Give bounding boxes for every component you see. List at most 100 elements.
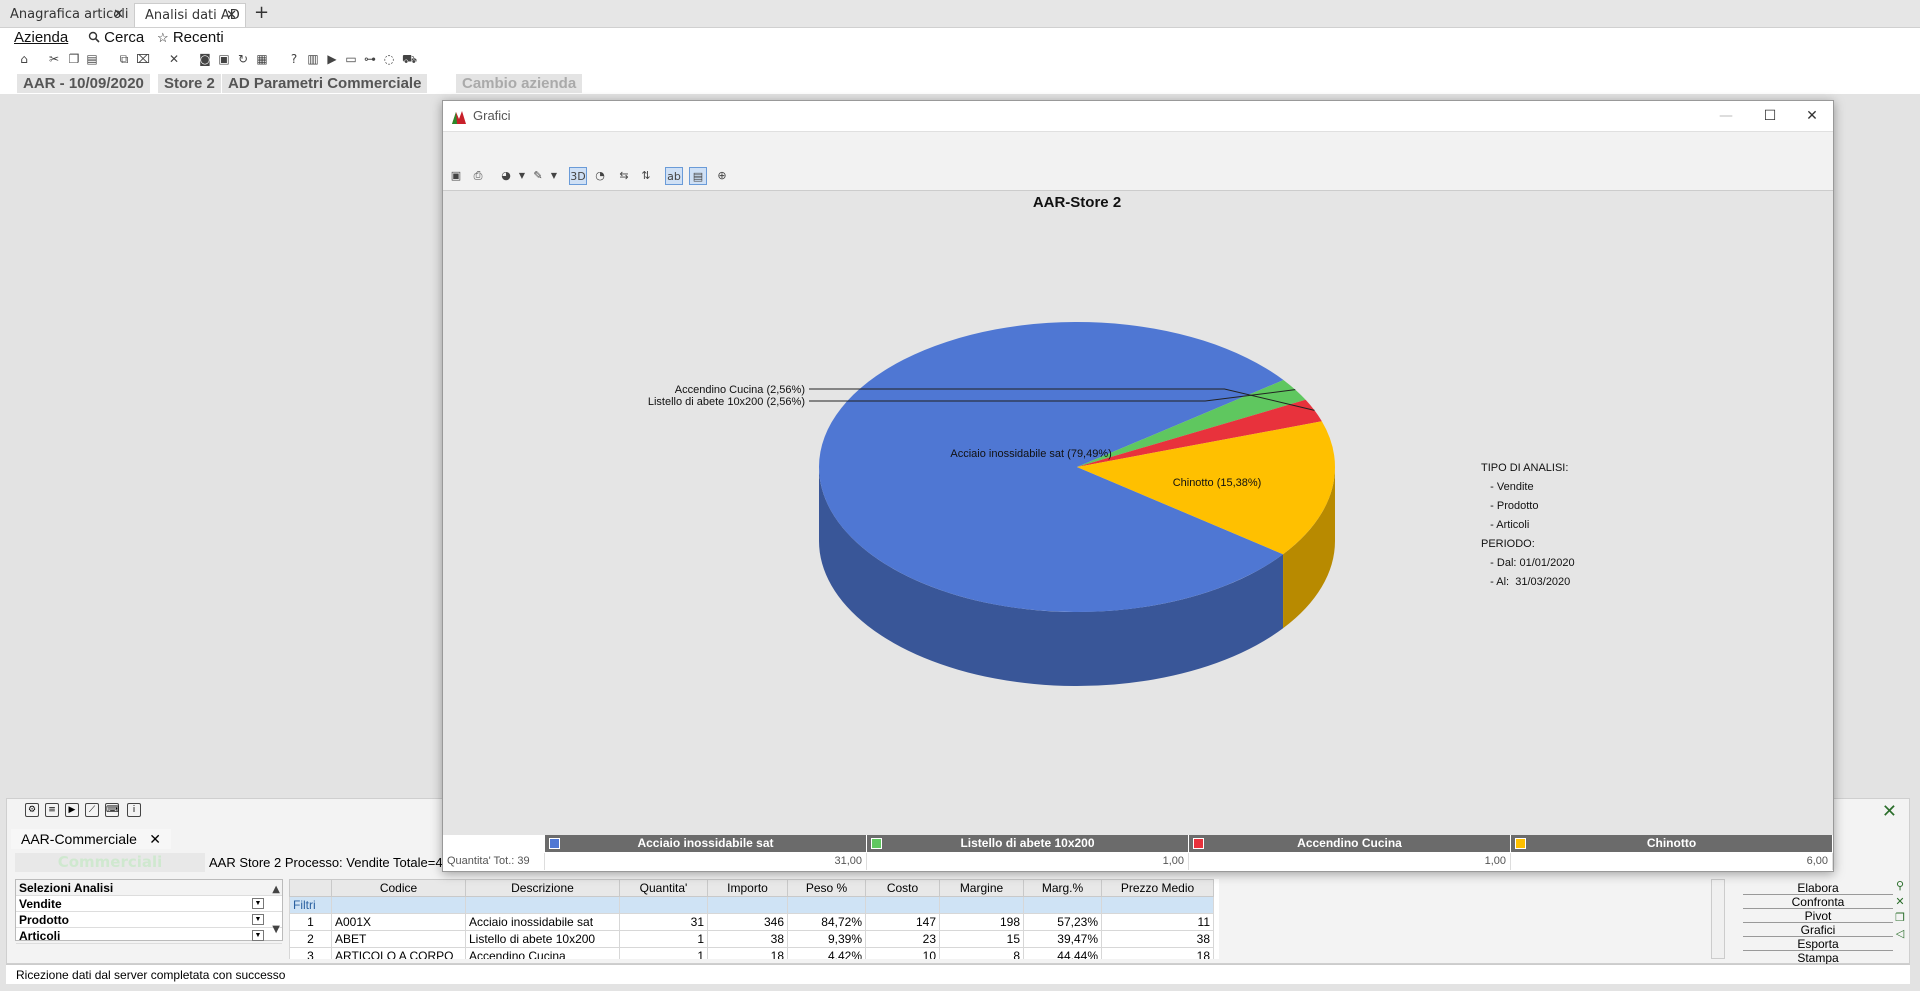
filter-row[interactable]: Filtri <box>289 896 1214 914</box>
confronta-button[interactable]: Confronta <box>1743 895 1893 909</box>
cell-peso: 9,39% <box>787 930 866 948</box>
save-icon[interactable]: ▣ <box>447 167 465 185</box>
add-tab-icon[interactable]: + <box>254 2 269 23</box>
col-importo[interactable]: Importo <box>707 879 788 897</box>
grid-scrollbar[interactable] <box>1711 879 1725 959</box>
legend-value: 1,00 <box>867 853 1189 870</box>
pen-dropdown-icon[interactable]: ▼ <box>545 167 563 185</box>
info-icon[interactable]: i <box>127 803 141 817</box>
menu-recenti[interactable]: ☆ Recenti <box>157 28 224 48</box>
dropdown-icon[interactable]: ▼ <box>252 914 264 925</box>
legend-label: Acciaio inossidabile sat <box>637 836 774 850</box>
change-company-button[interactable]: Cambio azienda <box>456 74 583 93</box>
dropdown-icon[interactable]: ▼ <box>252 898 264 909</box>
col-costo[interactable]: Costo <box>865 879 940 897</box>
col-peso[interactable]: Peso % <box>787 879 866 897</box>
document-icon[interactable]: ▣ <box>217 52 231 66</box>
window-close-icon[interactable]: ✕ <box>1799 105 1825 127</box>
cut-icon[interactable]: ✂ <box>47 52 61 66</box>
params-label: AD Parametri Commerciale <box>222 74 428 93</box>
tab-aar-commerciale[interactable]: AAR-Commerciale ✕ <box>11 829 171 849</box>
flip-vertical-icon[interactable]: ⇅ <box>637 167 655 185</box>
cell-descrizione: Listello di abete 10x200 <box>465 930 620 948</box>
zoom-icon[interactable]: ⊕ <box>713 167 731 185</box>
table-row[interactable]: 3 ARTICOLO A CORPO Accendino Cucina 1 18… <box>289 947 1214 959</box>
dropdown-icon[interactable]: ▼ <box>252 930 264 941</box>
chart-icon[interactable]: ⟋ <box>85 803 99 817</box>
cart-icon[interactable]: ⛟ <box>402 52 417 66</box>
legend-swatch <box>1193 838 1204 849</box>
esporta-button[interactable]: Esporta <box>1743 937 1893 951</box>
print-icon[interactable]: ⎙ <box>469 167 487 185</box>
selection-prodotto[interactable]: Prodotto ▼ <box>16 912 282 928</box>
tools-icon[interactable]: ✕ <box>167 52 181 66</box>
legend-icon[interactable]: ▤ <box>689 167 707 185</box>
play-icon[interactable]: ▶ <box>65 803 79 817</box>
menu-azienda[interactable]: Azienda <box>14 28 68 48</box>
menu-cerca-label: Cerca <box>104 29 145 46</box>
link-icon[interactable]: ⧉ <box>117 52 131 66</box>
scroll-up-icon[interactable]: ▲ <box>272 884 280 895</box>
share-icon[interactable]: ⊶ <box>363 52 377 66</box>
stampa-button[interactable]: Stampa <box>1743 951 1893 965</box>
minimize-icon[interactable]: — <box>1713 105 1739 127</box>
labels-icon[interactable]: ab <box>665 167 683 185</box>
cell-quantita: 1 <box>619 947 708 959</box>
legend-value: 1,00 <box>1189 853 1511 870</box>
company-date-label: AAR - 10/09/2020 <box>17 74 150 93</box>
calculator-icon[interactable]: ▦ <box>255 52 269 66</box>
legend-total-label: Quantita' Tot.: 39 <box>443 853 545 870</box>
cell-importo: 38 <box>707 930 788 948</box>
camera-icon[interactable]: ◙ <box>198 52 212 66</box>
notes-icon[interactable]: ≡ <box>45 803 59 817</box>
keyboard-icon[interactable]: ⌨ <box>105 803 119 817</box>
tab-anagrafica-articoli[interactable]: Anagrafica articoli ✕ <box>0 3 132 27</box>
rotate-icon[interactable]: ◔ <box>591 167 609 185</box>
analysis-info-line: - Dal: 01/01/2020 <box>1481 557 1575 569</box>
col-descrizione[interactable]: Descrizione <box>465 879 620 897</box>
home-icon[interactable]: ⌂ <box>17 52 31 66</box>
elabora-button[interactable]: Elabora <box>1743 881 1893 895</box>
tab-analisi-dati-ad[interactable]: Analisi dati AD ✕ <box>134 3 246 27</box>
legend-swatch <box>871 838 882 849</box>
back-icon[interactable]: ◁ <box>1893 927 1907 943</box>
pie-slice-label: Chinotto (15,38%) <box>1173 477 1262 489</box>
panel-close-icon[interactable]: ✕ <box>1882 801 1897 822</box>
selection-label: Articoli <box>19 929 61 943</box>
selection-articoli[interactable]: Articoli ▼ <box>16 928 282 944</box>
network-icon[interactable]: ⌧ <box>136 52 150 66</box>
menu-cerca[interactable]: Cerca <box>88 28 144 48</box>
cell-importo: 346 <box>707 913 788 931</box>
col-margine-perc[interactable]: Marg.% <box>1023 879 1102 897</box>
video-icon[interactable]: ▶ <box>325 52 339 66</box>
paste-icon[interactable]: ▤ <box>85 52 99 66</box>
screen-icon[interactable]: ▭ <box>344 52 358 66</box>
pivot-button[interactable]: Pivot <box>1743 909 1893 923</box>
col-prezzo-medio[interactable]: Prezzo Medio <box>1101 879 1214 897</box>
grafici-button[interactable]: Grafici <box>1743 923 1893 937</box>
copy-icon[interactable]: ❐ <box>67 52 81 66</box>
refresh-icon[interactable]: ↻ <box>236 52 250 66</box>
tab-close-icon[interactable]: ✕ <box>226 4 237 28</box>
col-margine[interactable]: Margine <box>939 879 1024 897</box>
copy-icon[interactable]: ❐ <box>1893 911 1907 927</box>
col-quantita[interactable]: Quantita' <box>619 879 708 897</box>
selection-vendite[interactable]: Vendite ▼ <box>16 896 282 912</box>
table-row[interactable]: 1 A001X Acciaio inossidabile sat 31 346 … <box>289 913 1214 931</box>
settings-icon[interactable]: ⚙ <box>25 803 39 817</box>
tab-close-icon[interactable]: ✕ <box>113 3 124 27</box>
view-3d-icon[interactable]: 3D <box>569 167 587 185</box>
tab-close-icon[interactable]: ✕ <box>149 829 161 849</box>
col-codice[interactable]: Codice <box>331 879 466 897</box>
maximize-icon[interactable]: ☐ <box>1757 105 1783 127</box>
pin-icon[interactable]: ⚲ <box>1893 879 1907 895</box>
table-row[interactable]: 2 ABET Listello di abete 10x200 1 38 9,3… <box>289 930 1214 948</box>
close-icon[interactable]: ✕ <box>1893 895 1907 911</box>
cell-peso: 84,72% <box>787 913 866 931</box>
cell-margine: 198 <box>939 913 1024 931</box>
help-icon[interactable]: ? <box>287 52 301 66</box>
book-icon[interactable]: ▥ <box>306 52 320 66</box>
flip-horizontal-icon[interactable]: ⇆ <box>615 167 633 185</box>
chat-icon[interactable]: ◌ <box>382 52 396 66</box>
scroll-down-icon[interactable]: ▼ <box>272 924 280 935</box>
